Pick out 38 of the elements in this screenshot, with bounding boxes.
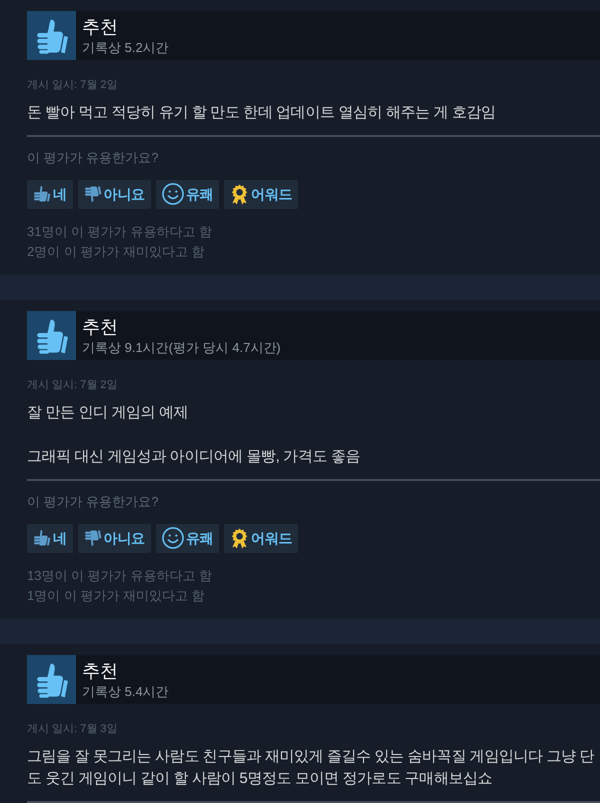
no-button[interactable]: 아니요 xyxy=(78,180,151,208)
yes-button[interactable]: 네 xyxy=(27,180,73,208)
award-icon xyxy=(230,184,250,204)
post-date: 게시 일시: 7월 2일 xyxy=(27,78,118,92)
thumbs-up-icon xyxy=(33,185,51,203)
funny-button[interactable]: 유쾌 xyxy=(156,524,220,552)
review-text: 돈 빨아 먹고 적당히 유기 할 만도 한데 업데이트 열심히 해주는 게 호감임 xyxy=(27,103,496,123)
verdict-title: 추천 xyxy=(82,316,118,338)
playtime-text: 기록상 5.4시간 xyxy=(82,682,169,700)
vote-count-text: 2명이 이 평가가 재미있다고 함 xyxy=(27,242,205,260)
verdict-title: 추천 xyxy=(82,660,118,682)
award-button[interactable]: 어워드 xyxy=(224,180,298,208)
yes-button[interactable]: 네 xyxy=(27,524,73,552)
post-date: 게시 일시: 7월 3일 xyxy=(27,722,118,736)
vote-count-text: 31명이 이 평가가 유용하다고 함 xyxy=(27,222,212,240)
thumbs-down-icon xyxy=(84,529,102,547)
award-button[interactable]: 어워드 xyxy=(224,524,298,552)
thumbs-up-icon xyxy=(27,310,76,360)
thumbs-up-icon xyxy=(27,654,76,704)
thumbs-up-icon xyxy=(27,11,76,60)
playtime-text: 기록상 5.2시간 xyxy=(82,39,169,57)
helpful-question: 이 평가가 유용한가요? xyxy=(27,148,158,166)
playtime-text: 기록상 9.1시간(평가 당시 4.7시간) xyxy=(82,338,281,356)
review-text: 그래픽 대신 게임성과 아이디어에 몰빵, 가격도 좋음 xyxy=(27,447,360,467)
vote-count-text: 1명이 이 평가가 재미있다고 함 xyxy=(27,586,205,604)
no-button[interactable]: 아니요 xyxy=(78,524,151,552)
helpful-question: 이 평가가 유용한가요? xyxy=(27,492,158,510)
post-date: 게시 일시: 7월 2일 xyxy=(27,378,118,392)
smiley-icon xyxy=(162,527,184,549)
vote-count-text: 13명이 이 평가가 유용하다고 함 xyxy=(27,566,212,584)
verdict-title: 추천 xyxy=(82,16,118,39)
thumbs-up-icon xyxy=(33,529,51,547)
funny-button[interactable]: 유쾌 xyxy=(156,180,220,208)
review-text: 잘 만든 인디 게임의 예제 xyxy=(27,402,188,422)
thumbs-down-icon xyxy=(84,185,102,203)
award-icon xyxy=(230,528,250,548)
smiley-icon xyxy=(162,183,184,205)
review-text: 그림을 잘 못그리는 사람도 친구들과 재미있게 즐길수 있는 숨바꼭질 게임입니다 그냥 단 도 웃긴 게임이니 같이 할 사람이 5명정도 모이면 정가로도 구매해보십쇼 xyxy=(27,746,594,789)
